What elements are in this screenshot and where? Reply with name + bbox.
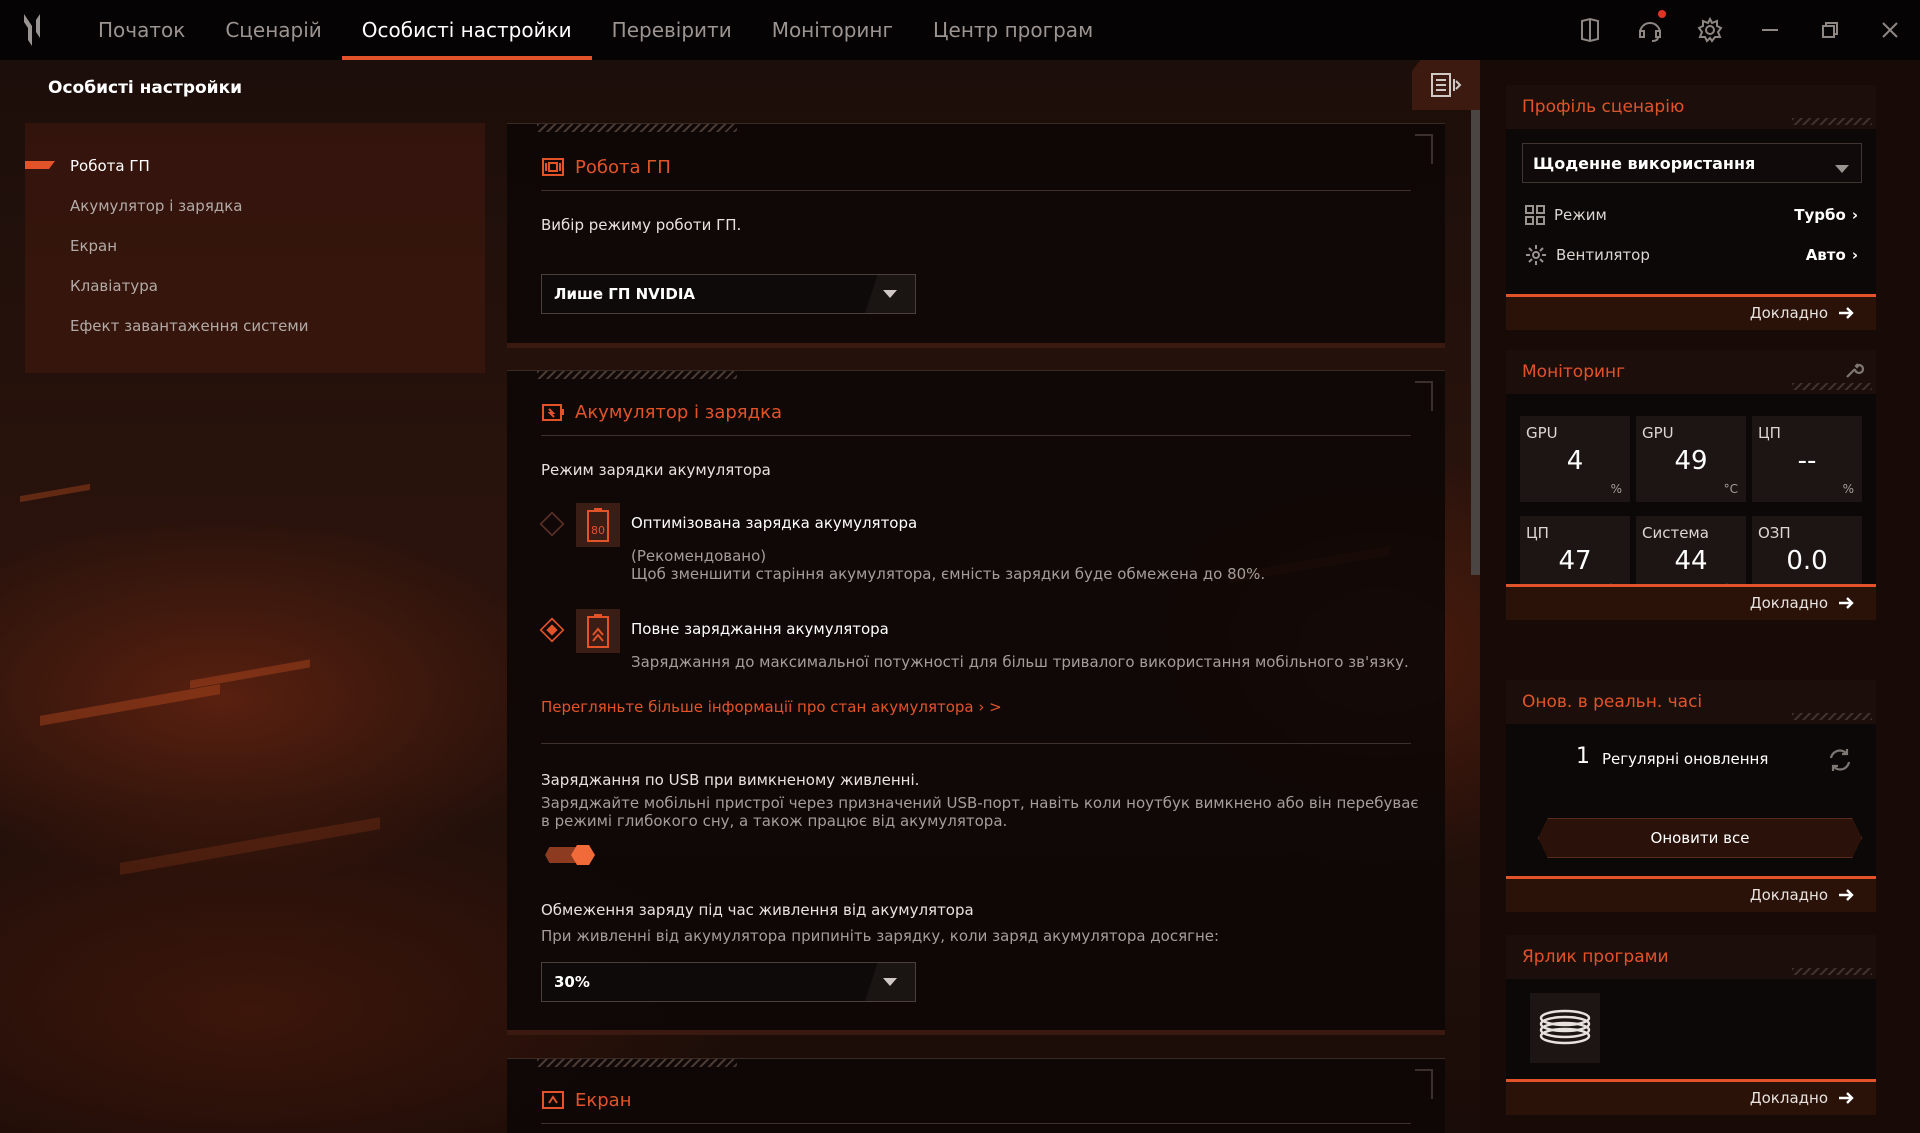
sidebar-item-screen[interactable]: Екран [70, 237, 117, 255]
battery-full-icon [576, 609, 620, 653]
battery-charge-icon [542, 404, 564, 421]
monitoring-title: Моніторинг [1506, 350, 1876, 394]
updates-title: Онов. в реальн. часі [1506, 680, 1876, 724]
gpu-mode-select[interactable]: Лише ГП NVIDIA [541, 274, 916, 314]
screen-icon [542, 1091, 564, 1109]
profile-title: Профіль сценарію [1506, 85, 1876, 129]
monitor-tile-gpu-usage: GPU 4% [1520, 416, 1630, 502]
sidebar-item-gpu[interactable]: Робота ГП [70, 157, 150, 175]
full-charging-title: Повне заряджання акумулятора [631, 620, 889, 638]
updates-count: 1 [1576, 744, 1590, 769]
battery-info-link[interactable]: Перегляньте більше інформації про стан а… [541, 698, 1002, 716]
settings-sidebar: Робота ГП Акумулятор і зарядка Екран Кла… [25, 123, 485, 373]
updates-label: Регулярні оновлення [1602, 750, 1769, 768]
gpu-title: Робота ГП [541, 156, 671, 178]
chevron-right-icon: › [1851, 206, 1858, 224]
monitoring-widget: Моніторинг GPU4% GPU49°C ЦП--% ЦП47°C Си… [1506, 350, 1876, 620]
profile-row-fan[interactable]: Вентилятор Авто › [1524, 243, 1858, 267]
profile-row-mode[interactable]: Режим Турбо › [1524, 203, 1858, 227]
usb-charging-toggle[interactable] [545, 845, 595, 865]
gpu-mode-desc: Вибір режиму роботи ГП. [541, 216, 742, 234]
updates-widget: Онов. в реальн. часі 1 Регулярні оновлен… [1506, 680, 1876, 912]
tab-personal-settings[interactable]: Особисті настройки [341, 0, 592, 60]
panel-toggle-icon [1431, 73, 1462, 97]
main-scrollbar[interactable] [1471, 60, 1480, 575]
main-nav: Початок Сценарій Особисті настройки Пере… [78, 0, 1113, 60]
app-logo [0, 0, 64, 60]
refresh-icon[interactable] [1826, 746, 1854, 774]
headset-icon[interactable] [1620, 0, 1680, 60]
gpu-card: Робота ГП Вибір режиму роботи ГП. Лише Г… [507, 123, 1445, 348]
fan-icon [1526, 245, 1546, 265]
active-marker [25, 161, 55, 169]
monitoring-more-link[interactable]: Докладно [1750, 594, 1854, 612]
screen-card: Екран [507, 1058, 1445, 1133]
page-title: Особисті настройки [48, 78, 243, 98]
tab-check[interactable]: Перевірити [592, 0, 752, 60]
monitor-tile-gpu-temp: GPU 49 °C [1636, 416, 1746, 502]
restore-icon[interactable] [1800, 0, 1860, 60]
battery-title: Акумулятор і зарядка [541, 401, 782, 423]
arrow-right-icon [1839, 597, 1854, 609]
chevron-down-icon [865, 963, 915, 1001]
charge-mode-label: Режим зарядки акумулятора [541, 461, 771, 479]
chevron-down-icon [1835, 158, 1849, 177]
profile-widget: Профіль сценарію Щоденне використання Ре… [1506, 85, 1876, 330]
chevron-right-icon: › [1851, 246, 1858, 264]
full-charging-desc: Заряджання до максимальної потужності дл… [631, 653, 1409, 671]
optimized-charging-desc: Щоб зменшити старіння акумулятора, ємніс… [631, 565, 1266, 583]
top-bar: Початок Сценарій Особисті настройки Пере… [0, 0, 1920, 60]
updates-more-link[interactable]: Докладно [1750, 886, 1854, 904]
sidebar-item-keyboard[interactable]: Клавіатура [70, 277, 158, 295]
gpu-icon [542, 158, 564, 176]
close-icon[interactable] [1860, 0, 1920, 60]
arrow-right-icon [1839, 1092, 1854, 1104]
radio-full-charging[interactable] [539, 617, 565, 643]
shortcut-title: Ярлик програми [1506, 935, 1876, 979]
manual-icon[interactable] [1560, 0, 1620, 60]
battery-80-icon: 80 [576, 503, 620, 547]
shortcut-more-link[interactable]: Докладно [1750, 1089, 1854, 1107]
arrow-right-icon [1839, 889, 1854, 901]
wrench-icon[interactable] [1844, 360, 1864, 380]
tab-scenario[interactable]: Сценарій [205, 0, 341, 60]
notification-dot [1658, 10, 1666, 18]
update-all-button[interactable]: Оновити все [1538, 818, 1862, 858]
gear-icon[interactable] [1680, 0, 1740, 60]
usb-charging-desc-1: Заряджайте мобільні пристрої через призн… [541, 794, 1419, 812]
battery-card: Акумулятор і зарядка Режим зарядки акуму… [507, 370, 1445, 1035]
grid-icon [1525, 205, 1545, 225]
screen-title: Екран [541, 1089, 631, 1111]
profile-select[interactable]: Щоденне використання [1522, 143, 1862, 183]
svg-text:80: 80 [591, 524, 605, 537]
chevron-down-icon [865, 275, 915, 313]
radio-optimized-charging[interactable] [539, 511, 565, 537]
sidebar-item-boot-effect[interactable]: Ефект завантаження системи [70, 317, 308, 335]
profile-more-link[interactable]: Докладно [1750, 304, 1854, 322]
optimized-charging-note: (Рекомендовано) [631, 547, 767, 565]
tab-home[interactable]: Початок [78, 0, 205, 60]
charge-limit-select[interactable]: 30% [541, 962, 916, 1002]
tab-monitoring[interactable]: Моніторинг [752, 0, 913, 60]
coil-app-icon [1539, 1009, 1591, 1045]
usb-charging-desc-2: в режимі глибокого сну, а також працює в… [541, 812, 1008, 830]
arrow-right-icon [1839, 307, 1854, 319]
right-panel: Профіль сценарію Щоденне використання Ре… [1480, 60, 1920, 1133]
charge-limit-desc: При живленні від акумулятора припиніть з… [541, 927, 1220, 945]
collapse-panel-button[interactable] [1412, 60, 1480, 110]
charge-limit-title: Обмеження заряду під час живлення від ак… [541, 901, 974, 919]
tab-app-center[interactable]: Центр програм [913, 0, 1113, 60]
sidebar-item-battery[interactable]: Акумулятор і зарядка [70, 197, 242, 215]
app-shortcut-tile[interactable] [1530, 993, 1600, 1063]
usb-charging-title: Заряджання по USB при вимкненому живленн… [541, 771, 920, 789]
monitor-tile-cpu-usage: ЦП --% [1752, 416, 1862, 502]
optimized-charging-title: Оптимізована зарядка акумулятора [631, 514, 918, 532]
shortcut-widget: Ярлик програми Докладно [1506, 935, 1876, 1115]
minimize-icon[interactable] [1740, 0, 1800, 60]
